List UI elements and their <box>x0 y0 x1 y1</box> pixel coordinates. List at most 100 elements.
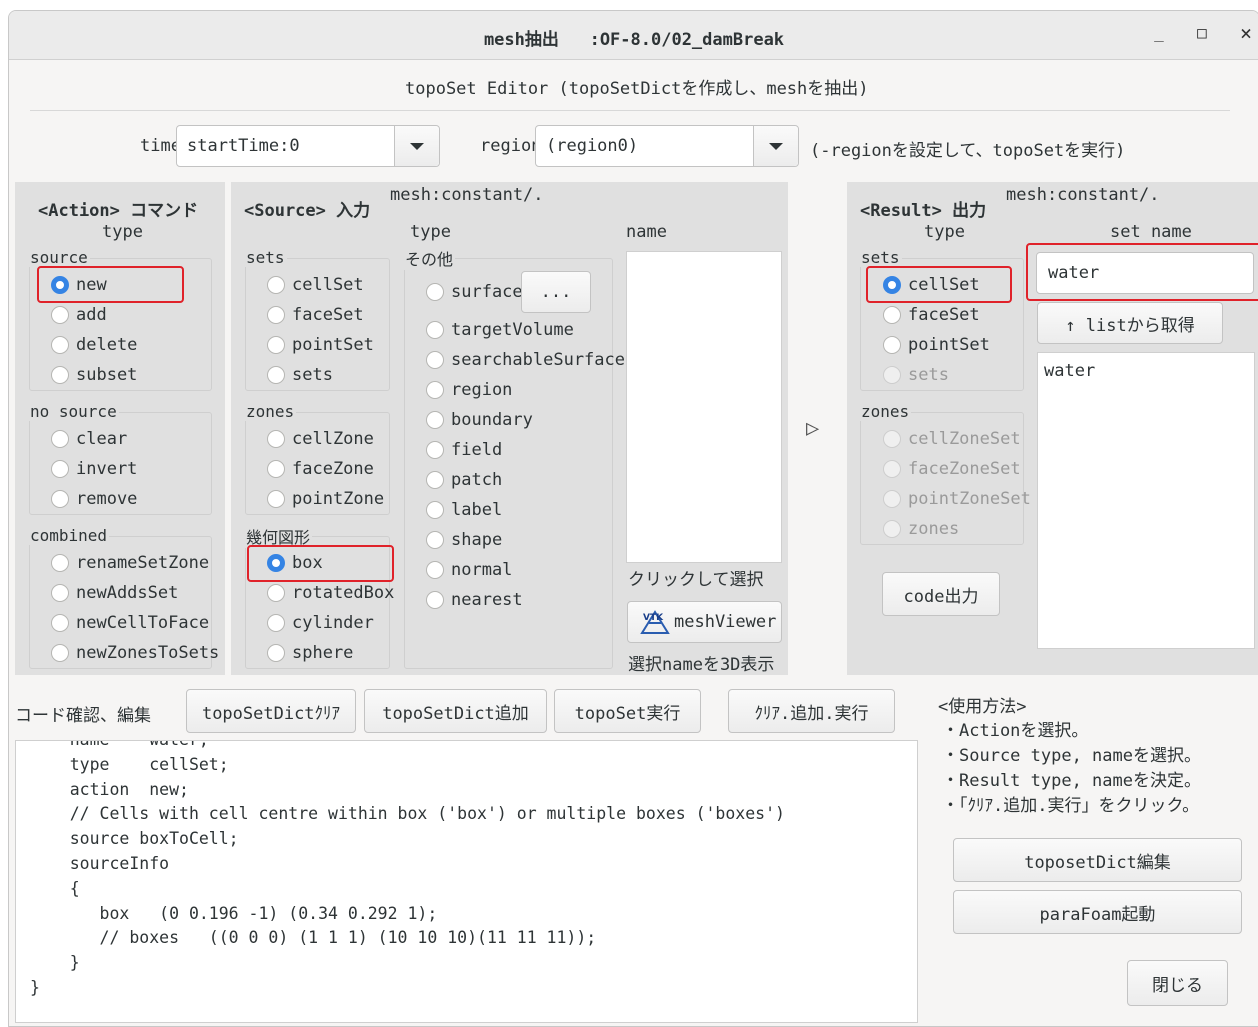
result-title: <Result> 出力 <box>860 201 987 221</box>
source-radio-pointzone[interactable]: pointZone <box>267 487 384 511</box>
source-radio-targetvolume[interactable]: targetVolume <box>426 318 574 342</box>
usage-line: ・Source type, nameを選択。 <box>942 746 1201 766</box>
region-dropdown-button[interactable] <box>753 126 798 166</box>
divider <box>30 110 1230 111</box>
action-radio-renamesetzone[interactable]: renameSetZone <box>51 551 209 575</box>
radio-label: pointSet <box>292 335 374 355</box>
source-radio-cylinder[interactable]: cylinder <box>267 611 374 635</box>
radio-label: patch <box>451 470 503 490</box>
source-radio-pointset[interactable]: pointSet <box>267 333 374 357</box>
radio-icon <box>267 336 285 354</box>
radio-label: cellZone <box>292 429 374 449</box>
result-name-list[interactable]: water <box>1037 352 1255 649</box>
source-name-label: name <box>626 222 667 242</box>
radio-icon <box>883 430 901 448</box>
result-setname-label: set name <box>1110 222 1192 242</box>
transfer-arrow-icon: ▷ <box>806 416 820 441</box>
action-radio-delete[interactable]: delete <box>51 333 137 357</box>
topossetdict-add-button[interactable]: topoSetDict追加 <box>364 689 547 733</box>
source-radio-shape[interactable]: shape <box>426 528 502 552</box>
maximize-icon[interactable]: □ <box>1187 23 1217 47</box>
source-radio-label[interactable]: label <box>426 498 502 522</box>
time-select[interactable]: startTime:0 <box>176 125 440 167</box>
code-edit-label: コード確認、編集 <box>15 706 151 726</box>
code-line: sourceInfo <box>30 853 170 873</box>
radio-label: subset <box>76 365 138 385</box>
source-radio-sphere[interactable]: sphere <box>267 641 353 665</box>
source-radio-cellset[interactable]: cellSet <box>267 273 364 297</box>
result-radio-pointzoneset: pointZoneSet <box>883 487 1031 511</box>
radio-label: faceSet <box>908 305 980 325</box>
source-radio-searchablesurface[interactable]: searchableSurface <box>426 348 625 372</box>
source-radio-facezone[interactable]: faceZone <box>267 457 374 481</box>
radio-label: delete <box>76 335 138 355</box>
action-radio-subset[interactable]: subset <box>51 363 137 387</box>
source-radio-region[interactable]: region <box>426 378 512 402</box>
topossetdict-clear-button[interactable]: topoSetDictｸﾘｱ <box>186 689 356 733</box>
source-radio-field[interactable]: field <box>426 438 502 462</box>
source-radio-surface[interactable]: surface <box>426 280 523 304</box>
chevron-down-icon <box>410 143 424 150</box>
action-radio-newcelltoface[interactable]: newCellToFace <box>51 611 209 635</box>
toposet-run-button[interactable]: topoSet実行 <box>554 689 701 733</box>
code-text[interactable]: name water; type cellSet; action new; //… <box>30 741 785 1001</box>
source-mesh-path: mesh:constant/. <box>390 185 544 205</box>
radio-icon <box>267 584 285 602</box>
result-radio-faceset[interactable]: faceSet <box>883 303 980 327</box>
action-radio-newaddsset[interactable]: newAddsSet <box>51 581 178 605</box>
source-radio-boundary[interactable]: boundary <box>426 408 533 432</box>
code-line: box (0 0.196 -1) (0.34 0.292 1); <box>30 903 438 923</box>
source-radio-normal[interactable]: normal <box>426 558 512 582</box>
radio-icon <box>883 520 901 538</box>
parafoam-button[interactable]: paraFoam起動 <box>953 890 1242 934</box>
radio-label: cellSet <box>292 275 364 295</box>
highlight-setname <box>1026 243 1258 301</box>
code-line: } <box>30 977 40 997</box>
result-mesh-path: mesh:constant/. <box>1006 185 1160 205</box>
highlight-box <box>247 545 394 582</box>
code-output-button[interactable]: code出力 <box>882 572 1000 616</box>
radio-icon <box>267 460 285 478</box>
close-icon[interactable]: × <box>1231 21 1258 45</box>
result-radio-cellzoneset: cellZoneSet <box>883 427 1021 451</box>
source-radio-sets[interactable]: sets <box>267 363 333 387</box>
code-line: { <box>30 878 80 898</box>
source-radio-cellzone[interactable]: cellZone <box>267 427 374 451</box>
action-radio-remove[interactable]: remove <box>51 487 137 511</box>
code-line: type cellSet; <box>30 754 229 774</box>
radio-icon <box>426 283 444 301</box>
minimize-icon[interactable]: _ <box>1144 23 1174 47</box>
radio-label: searchableSurface <box>451 350 625 370</box>
action-radio-add[interactable]: add <box>51 303 107 327</box>
action-radio-clear[interactable]: clear <box>51 427 127 451</box>
radio-label: normal <box>451 560 513 580</box>
toposetdict-edit-button[interactable]: toposetDict編集 <box>953 838 1242 882</box>
list-item[interactable]: water <box>1044 361 1095 381</box>
region-value: (region0) <box>546 136 639 156</box>
radio-icon <box>426 501 444 519</box>
action-radio-newzonestosets[interactable]: newZonesToSets <box>51 641 219 665</box>
close-button[interactable]: 閉じる <box>1127 960 1228 1006</box>
radio-label: pointSet <box>908 335 990 355</box>
code-editor[interactable]: name water; type cellSet; action new; //… <box>15 740 918 1023</box>
source-radio-rotatedbox[interactable]: rotatedBox <box>267 581 394 605</box>
radio-label: region <box>451 380 513 400</box>
radio-label: faceSet <box>292 305 364 325</box>
time-dropdown-button[interactable] <box>394 126 439 166</box>
action-radio-invert[interactable]: invert <box>51 457 137 481</box>
result-type-label: type <box>924 222 965 242</box>
clear-add-run-button[interactable]: ｸﾘｱ.追加.実行 <box>728 689 895 733</box>
region-select[interactable]: (region0) <box>535 125 799 167</box>
meshviewer-button[interactable]: VTK meshViewer <box>627 601 782 643</box>
get-from-list-button[interactable]: ↑ listから取得 <box>1037 302 1223 344</box>
source-radio-patch[interactable]: patch <box>426 468 502 492</box>
title-bar: mesh抽出 :OF-8.0/02_damBreak _ □ × <box>9 11 1258 60</box>
surface-browse-button[interactable]: ... <box>521 271 591 313</box>
radio-icon <box>426 531 444 549</box>
source-name-list[interactable] <box>626 251 782 563</box>
radio-icon <box>883 490 901 508</box>
result-radio-pointset[interactable]: pointSet <box>883 333 990 357</box>
source-radio-faceset[interactable]: faceSet <box>267 303 364 327</box>
highlight-cellset <box>866 266 1012 303</box>
source-radio-nearest[interactable]: nearest <box>426 588 523 612</box>
